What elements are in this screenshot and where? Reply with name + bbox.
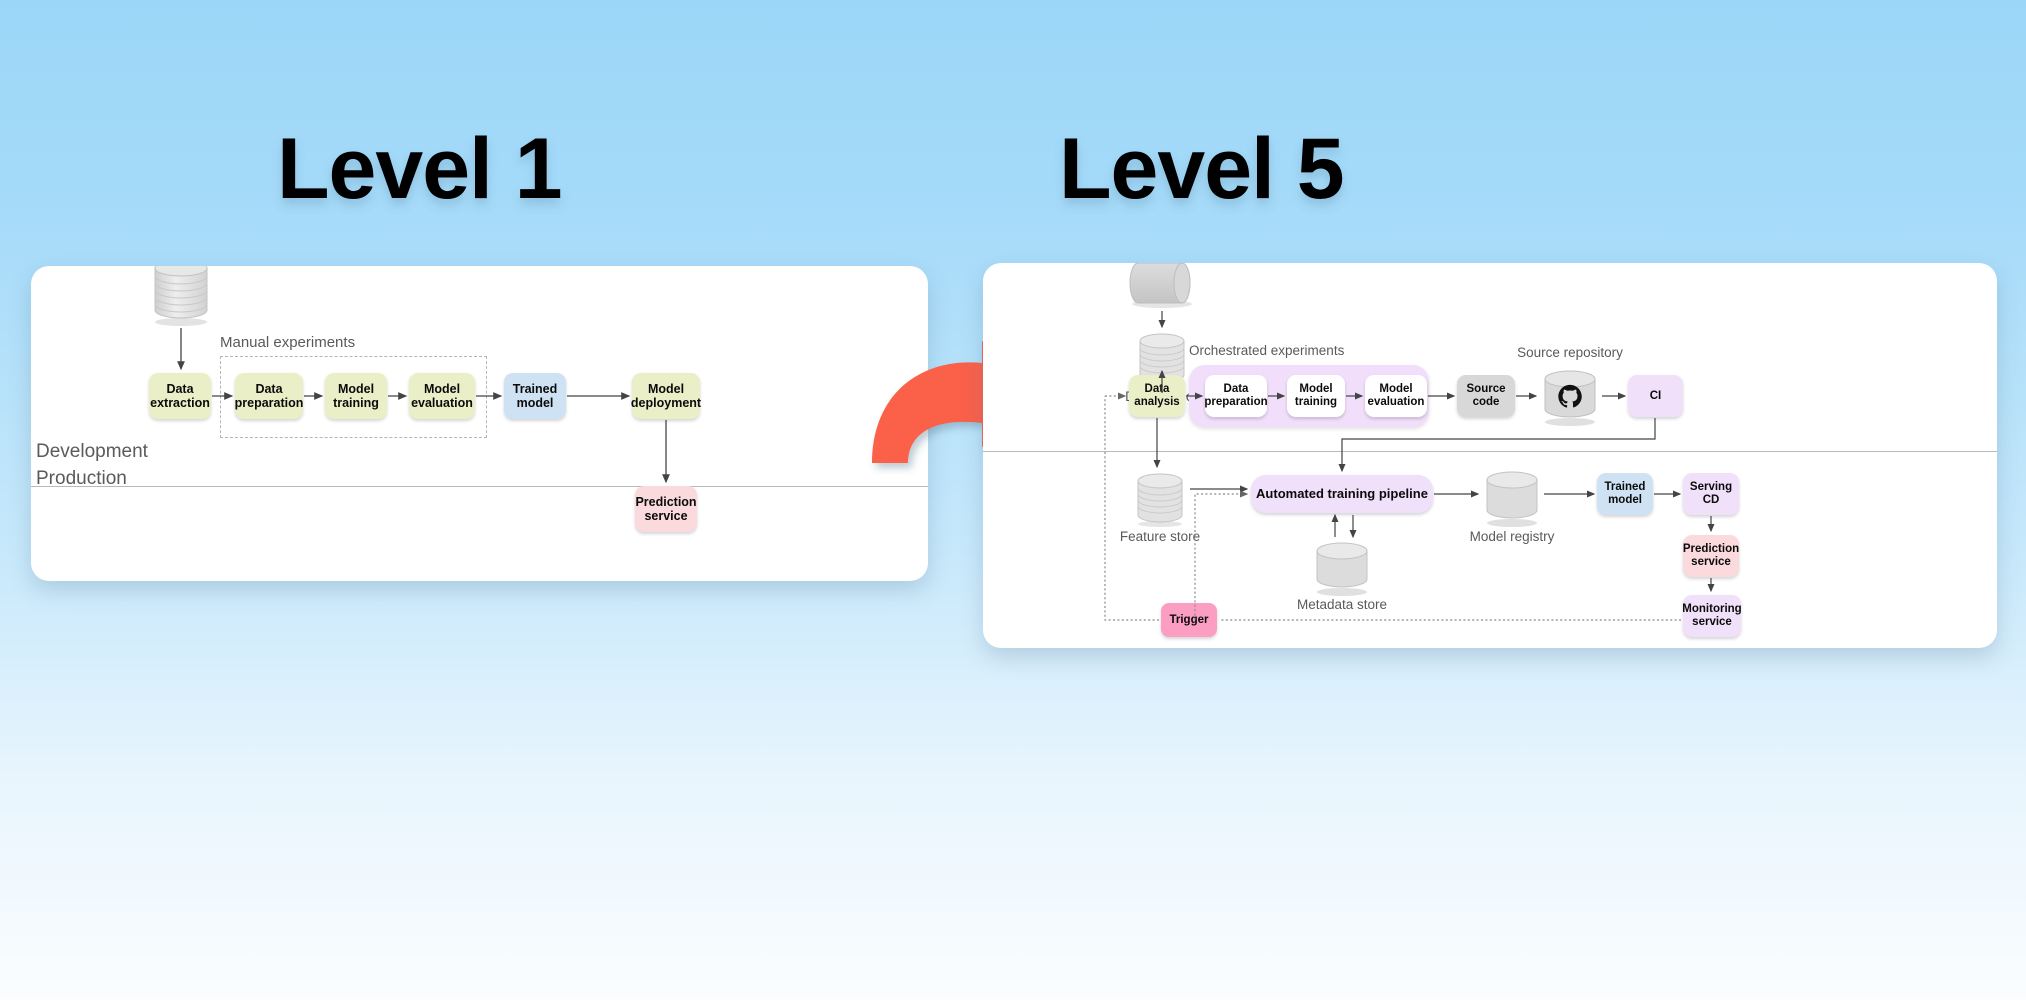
datastore-offline-data xyxy=(149,266,213,328)
level-5-panel: Development Production Data pipeline xyxy=(983,263,1997,648)
node-label-line1: Prediction xyxy=(1682,543,1740,556)
node-source-code[interactable]: Source code xyxy=(1457,375,1515,417)
node-label-line1: Model xyxy=(337,382,375,396)
datastore-model-registry xyxy=(1481,468,1543,528)
node-label-line2: model xyxy=(516,396,554,410)
node-label-line1: Source xyxy=(1466,383,1506,396)
node-label-line2: evaluation xyxy=(411,396,473,410)
zone-label-development-l1: Development xyxy=(36,441,148,462)
node-label-line2: service xyxy=(644,509,688,523)
node-label-line2: preparation xyxy=(1204,396,1268,408)
node-label-line1: Serving xyxy=(1689,481,1733,494)
zone-divider-level-1 xyxy=(31,486,928,487)
node-label-line1: Prediction xyxy=(635,495,697,509)
zone-divider-level-5 xyxy=(983,451,1997,452)
node-label: Trigger xyxy=(1169,613,1209,626)
node-label-line1: Model xyxy=(1379,383,1413,396)
node-monitoring-service[interactable]: Monitoring service xyxy=(1682,595,1742,637)
node-label-line2: model xyxy=(1608,494,1642,506)
datastore-data-pipeline xyxy=(1126,263,1198,309)
node-trigger[interactable]: Trigger xyxy=(1161,603,1217,637)
page-title-level-1: Level 1 xyxy=(277,121,563,217)
node-label-line2: service xyxy=(1691,556,1731,568)
node-trained-model-l5[interactable]: Trained model xyxy=(1597,473,1653,515)
node-label-line2: training xyxy=(1294,396,1338,408)
level-1-panel: Development Production Manual experiment… xyxy=(31,266,928,581)
node-label-line2: deployment xyxy=(630,396,702,410)
node-trained-model[interactable]: Trained model xyxy=(504,373,566,419)
node-label-line2: analysis xyxy=(1134,396,1180,408)
node-label: Automated training pipeline xyxy=(1256,485,1428,501)
zone-label-production-l1: Production xyxy=(36,468,127,489)
datastore-feature-store xyxy=(1133,471,1187,529)
node-model-evaluation[interactable]: Model evaluation xyxy=(409,373,475,419)
node-label-line1: Trained xyxy=(512,382,558,396)
datastore-label-feature-store: Feature store xyxy=(1119,529,1201,544)
group-label-manual-experiments: Manual experiments xyxy=(220,334,356,351)
page-title-level-5: Level 5 xyxy=(1059,121,1345,217)
node-data-analysis[interactable]: Data analysis xyxy=(1129,375,1185,417)
node-model-evaluation[interactable]: Model evaluation xyxy=(1365,375,1427,417)
node-data-extraction[interactable]: Data extraction xyxy=(149,373,211,419)
node-model-training[interactable]: Model training xyxy=(1287,375,1345,417)
node-prediction-service-l5[interactable]: Prediction service xyxy=(1683,535,1739,577)
node-label-line1: Data xyxy=(1144,383,1170,396)
node-label-line2: extraction xyxy=(150,396,210,410)
node-ci[interactable]: CI xyxy=(1628,375,1683,417)
datastore-metadata-store xyxy=(1311,539,1373,597)
node-data-preparation[interactable]: Data preparation xyxy=(235,373,303,419)
node-label-line1: Trained xyxy=(1604,481,1646,494)
node-prediction-service[interactable]: Prediction service xyxy=(635,486,697,532)
node-model-deployment[interactable]: Model deployment xyxy=(630,373,702,419)
datastore-label-model-registry: Model registry xyxy=(1469,529,1555,544)
datastore-label-source-repository: Source repository xyxy=(1517,345,1623,360)
node-label-line2: code xyxy=(1472,396,1500,408)
node-label-line1: Data xyxy=(255,382,283,396)
node-label-line1: Model xyxy=(1299,383,1333,396)
connectors-level-5 xyxy=(1104,311,1715,621)
node-label-line1: Model xyxy=(423,382,461,396)
node-label-line1: Model xyxy=(647,382,685,396)
group-label-orchestrated-experiments: Orchestrated experiments xyxy=(1189,343,1345,358)
node-label-line1: Data xyxy=(166,382,194,396)
node-label-line1: Monitoring xyxy=(1682,603,1742,616)
node-model-training[interactable]: Model training xyxy=(325,373,387,419)
diagram-canvas: Level 1 Level 5 Development Production M… xyxy=(0,0,2026,1000)
node-label-line1: Data xyxy=(1223,383,1249,396)
datastore-source-repository xyxy=(1539,367,1601,427)
node-label-line2: service xyxy=(1692,616,1732,628)
node-label-line2: training xyxy=(333,396,379,410)
node-label-line2: evaluation xyxy=(1367,396,1425,408)
node-automated-training-pipeline[interactable]: Automated training pipeline xyxy=(1251,475,1433,513)
node-label-line2: CD xyxy=(1702,494,1720,506)
node-serving-cd[interactable]: Serving CD xyxy=(1683,473,1739,515)
node-label-line2: preparation xyxy=(234,396,304,410)
datastore-label-metadata-store: Metadata store xyxy=(1296,597,1388,612)
node-label: CI xyxy=(1649,389,1662,402)
node-data-preparation[interactable]: Data preparation xyxy=(1204,375,1268,417)
